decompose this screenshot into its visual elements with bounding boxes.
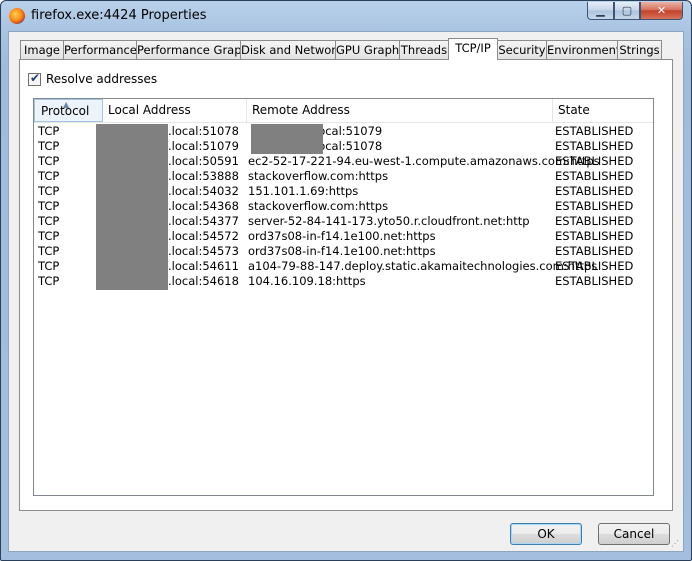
cell-protocol: TCP bbox=[38, 184, 60, 198]
tab-security[interactable]: Security bbox=[497, 40, 547, 59]
cell-local-address: .local:54032 bbox=[168, 184, 239, 198]
cell-state: ESTABLISHED bbox=[555, 259, 634, 273]
cell-local-address: .local:53888 bbox=[168, 169, 239, 183]
tab-image[interactable]: Image bbox=[20, 40, 64, 59]
cell-state: ESTABLISHED bbox=[555, 124, 634, 138]
cell-remote-address: 104.16.109.18:https bbox=[248, 274, 366, 288]
cell-local-address: .local:54368 bbox=[168, 199, 239, 213]
cell-state: ESTABLISHED bbox=[555, 214, 634, 228]
cell-remote-address: ord37s08-in-f14.1e100.net:https bbox=[248, 244, 436, 258]
redacted-local-host bbox=[96, 124, 168, 290]
cell-remote-address: stackoverflow.com:https bbox=[248, 169, 389, 183]
tab-threads[interactable]: Threads bbox=[399, 40, 449, 59]
cell-local-address: .local:51078 bbox=[168, 124, 239, 138]
connections-list[interactable]: ▲ Protocol Local Address Remote Address … bbox=[33, 98, 654, 496]
cell-state: ESTABLISHED bbox=[555, 154, 634, 168]
tab-strings[interactable]: Strings bbox=[617, 40, 662, 59]
checkmark-icon: ✔ bbox=[30, 71, 41, 85]
tab-disk-and-network[interactable]: Disk and Network bbox=[240, 40, 343, 59]
cell-state: ESTABLISHED bbox=[555, 169, 634, 183]
cell-protocol: TCP bbox=[38, 259, 60, 273]
resize-grip-icon[interactable]: ⋰ bbox=[671, 539, 681, 549]
cell-protocol: TCP bbox=[38, 199, 60, 213]
cell-remote-address: 151.101.1.69:https bbox=[248, 184, 359, 198]
cell-local-address: .local:54572 bbox=[168, 229, 239, 243]
tab-gpu-graph[interactable]: GPU Graph bbox=[335, 40, 400, 59]
minimize-icon: ▁ bbox=[596, 4, 605, 17]
firefox-icon bbox=[9, 8, 25, 24]
tab-tcp-ip[interactable]: TCP/IP bbox=[448, 38, 498, 60]
column-remote-address[interactable]: Remote Address bbox=[246, 99, 553, 122]
maximize-icon: ▢ bbox=[621, 4, 633, 17]
cell-protocol: TCP bbox=[38, 229, 60, 243]
column-local-address[interactable]: Local Address bbox=[102, 99, 247, 122]
cell-local-address: .local:54618 bbox=[168, 274, 239, 288]
tab-performance[interactable]: Performance bbox=[63, 40, 137, 59]
cell-state: ESTABLISHED bbox=[555, 199, 634, 213]
cell-protocol: TCP bbox=[38, 244, 60, 258]
sort-ascending-icon: ▲ bbox=[63, 100, 70, 109]
ok-button[interactable]: OK bbox=[510, 523, 582, 545]
tab-environment[interactable]: Environment bbox=[546, 40, 620, 59]
list-header: ▲ Protocol Local Address Remote Address … bbox=[34, 99, 653, 123]
cell-remote-address: ord37s08-in-f14.1e100.net:https bbox=[248, 229, 436, 243]
cell-local-address: .local:54611 bbox=[168, 259, 239, 273]
tab-performance-graph[interactable]: Performance Graph bbox=[136, 40, 249, 59]
cell-protocol: TCP bbox=[38, 154, 60, 168]
cell-remote-address: server-52-84-141-173.yto50.r.cloudfront.… bbox=[248, 214, 530, 228]
redacted-remote-host bbox=[251, 124, 323, 154]
cell-state: ESTABLISHED bbox=[555, 229, 634, 243]
column-state[interactable]: State bbox=[552, 99, 652, 122]
window-title: firefox.exe:4424 Properties bbox=[31, 8, 207, 23]
cancel-button[interactable]: Cancel bbox=[598, 523, 670, 545]
cell-local-address: .local:54377 bbox=[168, 214, 239, 228]
cell-remote-address: stackoverflow.com:https bbox=[248, 199, 389, 213]
cell-protocol: TCP bbox=[38, 274, 60, 288]
dialog-client: Image Performance Performance Graph Disk… bbox=[8, 31, 684, 552]
close-button[interactable]: ✕ bbox=[640, 2, 683, 20]
cell-local-address: .local:54573 bbox=[168, 244, 239, 258]
cell-protocol: TCP bbox=[38, 169, 60, 183]
cell-protocol: TCP bbox=[38, 139, 60, 153]
cell-protocol: TCP bbox=[38, 214, 60, 228]
resolve-addresses-label[interactable]: Resolve addresses bbox=[46, 72, 157, 86]
column-protocol[interactable]: ▲ Protocol bbox=[34, 99, 103, 122]
cell-protocol: TCP bbox=[38, 124, 60, 138]
cell-remote-address: a104-79-88-147.deploy.static.akamaitechn… bbox=[248, 259, 598, 273]
cell-state: ESTABLISHED bbox=[555, 244, 634, 258]
cell-remote-address: ec2-52-17-221-94.eu-west-1.compute.amazo… bbox=[248, 154, 600, 168]
cell-local-address: .local:50591 bbox=[168, 154, 239, 168]
minimize-button[interactable]: ▁ bbox=[587, 2, 614, 20]
maximize-button[interactable]: ▢ bbox=[614, 2, 640, 20]
resolve-addresses-checkbox[interactable]: ✔ bbox=[28, 71, 41, 86]
cell-state: ESTABLISHED bbox=[555, 139, 634, 153]
cell-remote-address: local:51078 bbox=[315, 139, 383, 153]
cell-state: ESTABLISHED bbox=[555, 184, 634, 198]
cell-remote-address: local:51079 bbox=[315, 124, 383, 138]
title-bar[interactable]: firefox.exe:4424 Properties ▁ ▢ ✕ bbox=[1, 1, 691, 31]
properties-window: firefox.exe:4424 Properties ▁ ▢ ✕ Image … bbox=[0, 0, 692, 561]
close-icon: ✕ bbox=[656, 4, 667, 17]
cell-state: ESTABLISHED bbox=[555, 274, 634, 288]
cell-local-address: .local:51079 bbox=[168, 139, 239, 153]
